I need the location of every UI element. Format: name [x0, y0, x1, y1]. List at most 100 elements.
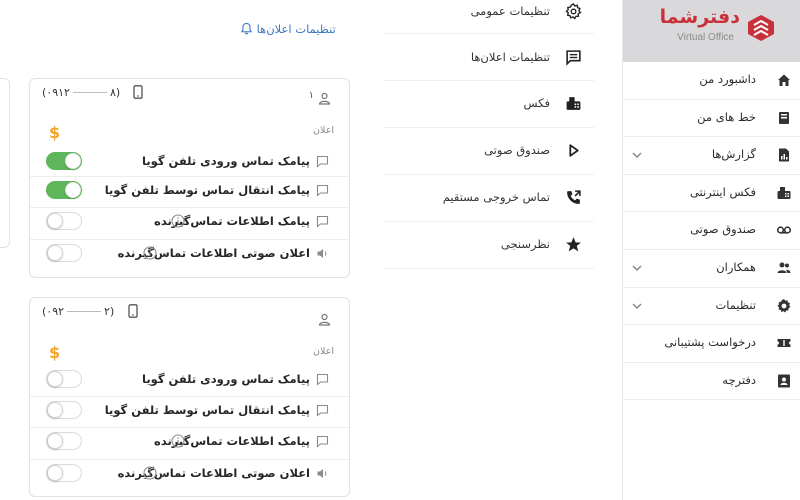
settings-item-label: تنظیمات عمومی — [470, 4, 550, 18]
sidebar-item-label: دفترچه — [722, 372, 756, 387]
setting-row: پیامک اطلاعات تماس‌گیرنده — [30, 427, 349, 455]
section-label: اعلان — [313, 125, 334, 136]
mobile-icon — [133, 85, 143, 99]
setting-row: پیامک اطلاعات تماس‌گیرنده — [30, 207, 349, 235]
sidebar-item-my-lines[interactable]: خط های من — [623, 100, 800, 138]
brand-logo-icon — [748, 15, 774, 41]
toggle-switch[interactable] — [46, 212, 82, 230]
dollar-icon: $ — [49, 343, 61, 362]
sidebar-item-settings[interactable]: تنظیمات — [623, 288, 800, 326]
info-icon[interactable] — [171, 214, 185, 228]
sidebar-item-label: فکس اینترنتی — [689, 184, 756, 199]
sms-icon — [316, 435, 329, 448]
line-card: (۰۹۱۲ ۸) ۱ اعلان $ پیامک تماس ورودی تلفن … — [29, 78, 350, 278]
setting-row: پیامک انتقال تماس توسط تلفن گویا — [30, 176, 349, 204]
sidebar-item-internet-fax[interactable]: فکس اینترنتی — [623, 175, 800, 213]
sidebar-item-label: گزارش‌ها — [711, 147, 756, 162]
sidebar-item-label: صندوق صوتی — [690, 222, 756, 237]
page-title: تنظیمات اعلان‌ها — [238, 22, 336, 36]
toggle-switch[interactable] — [46, 432, 82, 450]
message-icon — [566, 50, 581, 66]
chevron-down-icon — [632, 152, 642, 159]
dollar-icon: $ — [49, 123, 61, 142]
toggle-knob — [47, 402, 63, 418]
sidebar-item-dashboard[interactable]: داشبورد من — [623, 62, 800, 100]
settings-item-general[interactable]: تنظیمات عمومی — [384, 0, 594, 26]
section-label: اعلان — [313, 346, 334, 357]
phone-number-end: ۸) — [109, 86, 121, 99]
sidebar-item-label: درخواست پشتیبانی — [664, 335, 756, 350]
settings-item-label: صندوق صوتی — [484, 143, 550, 157]
divider — [384, 221, 594, 222]
toggle-switch[interactable] — [46, 370, 82, 388]
settings-item-voicemail[interactable]: صندوق صوتی — [384, 137, 594, 165]
sidebar: دفترشما Virtual Office داشبورد من خط های… — [622, 0, 800, 500]
sidebar-item-label: خط های من — [697, 109, 756, 124]
report-icon — [779, 148, 789, 162]
sidebar-item-label: داشبورد من — [699, 72, 756, 86]
settings-item-label: تماس خروجی مستقیم — [442, 190, 550, 204]
phone-number-mask — [72, 92, 107, 93]
setting-row: پیامک تماس ورودی تلفن گویا — [30, 148, 349, 176]
fax-icon — [777, 186, 791, 199]
setting-label: پیامک تماس ورودی تلفن گویا — [142, 154, 310, 168]
voicemail-icon — [776, 226, 792, 234]
phone-number: (۰۹۱۲ ۸) — [42, 86, 120, 99]
contact-book-icon — [778, 374, 790, 388]
bell-icon — [240, 22, 253, 35]
sms-icon — [316, 155, 329, 168]
info-icon[interactable] — [143, 466, 157, 480]
settings-item-fax[interactable]: فکس — [384, 90, 594, 118]
setting-row: اعلان صوتی اطلاعات تماس‌گیرنده — [30, 459, 349, 487]
phone-number: (۰۹۲ ۲) — [42, 305, 114, 318]
toggle-switch[interactable] — [46, 152, 82, 170]
toggle-knob — [65, 182, 81, 198]
sidebar-item-notebook[interactable]: دفترچه — [623, 363, 800, 401]
gear-icon — [777, 298, 791, 313]
settings-item-label: نظرسنجی — [500, 237, 550, 251]
sidebar-nav: داشبورد من خط های من گزارش‌ها فکس اینترن… — [623, 62, 800, 401]
settings-item-label: فکس — [523, 96, 550, 110]
sidebar-item-reports[interactable]: گزارش‌ها — [623, 137, 800, 175]
outgoing-call-icon — [567, 190, 581, 204]
people-icon — [777, 262, 791, 273]
toggle-switch[interactable] — [46, 401, 82, 419]
play-icon — [569, 144, 579, 157]
toggle-switch[interactable] — [46, 464, 82, 482]
chevron-down-icon — [632, 303, 642, 309]
setting-label: پیامک انتقال تماس توسط تلفن گویا — [104, 183, 310, 197]
divider — [384, 80, 594, 81]
toggle-knob — [47, 245, 63, 261]
settings-item-label: تنظیمات اعلان‌ها — [470, 50, 550, 64]
partial-card — [0, 78, 10, 248]
info-icon[interactable] — [171, 434, 185, 448]
speaker-icon — [317, 249, 327, 258]
extension-number: ۱ — [308, 90, 314, 101]
toggle-switch[interactable] — [46, 244, 82, 262]
info-icon[interactable] — [143, 246, 157, 260]
star-icon — [566, 237, 581, 252]
speaker-icon — [317, 469, 327, 478]
user-icon — [318, 92, 331, 105]
sms-icon — [316, 184, 329, 197]
fax-icon — [566, 97, 581, 110]
settings-item-notifications[interactable]: تنظیمات اعلان‌ها — [384, 44, 594, 72]
toggle-switch[interactable] — [46, 181, 82, 199]
sidebar-item-colleagues[interactable]: همکاران — [623, 250, 800, 288]
phone-number-start: (۰۹۲ — [42, 305, 65, 318]
sidebar-item-label: تنظیمات — [715, 297, 756, 312]
sidebar-item-support[interactable]: درخواست پشتیبانی — [623, 325, 800, 363]
divider — [384, 127, 594, 128]
settings-item-direct-outgoing-call[interactable]: تماس خروجی مستقیم — [384, 184, 594, 212]
sms-icon — [316, 404, 329, 417]
sidebar-item-voicemail[interactable]: صندوق صوتی — [623, 212, 800, 250]
page-title-text: تنظیمات اعلان‌ها — [256, 22, 336, 36]
line-card: (۰۹۲ ۲) اعلان $ پیامک تماس ورودی تلفن گوی… — [29, 297, 350, 497]
phone-number-mask — [67, 311, 102, 312]
gear-icon — [565, 3, 582, 20]
brand-header[interactable]: دفترشما Virtual Office — [623, 0, 800, 62]
toggle-knob — [65, 153, 81, 169]
sms-icon — [316, 215, 329, 228]
book-icon — [779, 111, 789, 124]
settings-item-survey[interactable]: نظرسنجی — [384, 231, 594, 259]
